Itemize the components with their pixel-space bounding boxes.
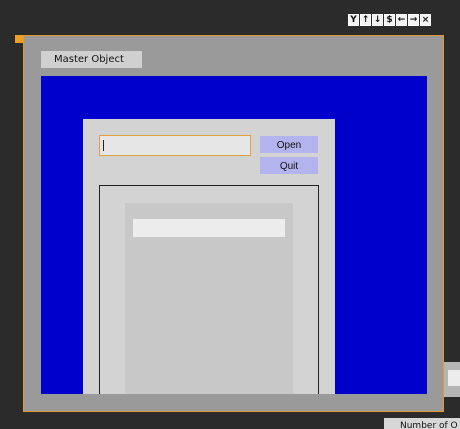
master-object-tab[interactable]: Master Object — [41, 51, 142, 68]
fork-icon[interactable]: Y — [348, 14, 359, 26]
dollar-icon[interactable]: $ — [384, 14, 395, 26]
side-panel-field[interactable] — [448, 370, 460, 386]
file-path-input[interactable] — [99, 135, 251, 156]
close-icon[interactable]: × — [420, 14, 431, 26]
arrow-up-icon[interactable]: ↑ — [360, 14, 371, 26]
resize-handle[interactable] — [15, 35, 23, 43]
text-caret — [103, 140, 104, 151]
object-count-label: Number of O — [384, 418, 460, 429]
window-controls: Y ↑ ↓ $ ← → × — [348, 14, 431, 26]
arrow-down-icon[interactable]: ↓ — [372, 14, 383, 26]
arrow-right-icon[interactable]: → — [408, 14, 419, 26]
quit-button[interactable]: Quit — [260, 157, 318, 174]
arrow-left-icon[interactable]: ← — [396, 14, 407, 26]
file-list-item[interactable] — [133, 219, 285, 237]
open-button[interactable]: Open — [260, 136, 318, 153]
